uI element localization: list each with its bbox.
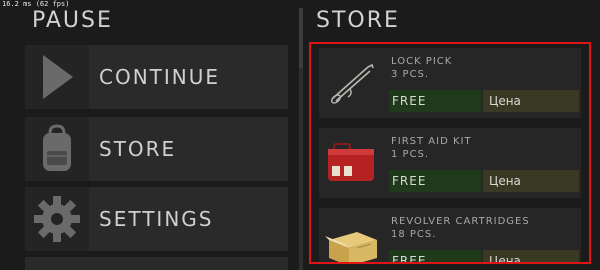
pause-scrollbar-thumb[interactable] <box>299 8 303 68</box>
settings-button[interactable]: SETTINGS <box>25 187 288 251</box>
store-items-highlight: LOCK PICK 3 PCS. FREE Цена FIRST AID KIT… <box>309 42 591 264</box>
menu-next-item-partial <box>25 257 288 270</box>
item-name: LOCK PICK <box>391 56 453 67</box>
store-item-first-aid-kit[interactable]: FIRST AID KIT 1 PCS. FREE Цена <box>319 128 581 198</box>
store-label: STORE <box>99 137 177 161</box>
store-title: STORE <box>316 8 400 33</box>
free-button[interactable]: FREE <box>389 170 481 192</box>
gear-icon <box>25 187 89 251</box>
pause-title: PAUSE <box>32 8 113 33</box>
store-item-revolver-cartridges[interactable]: REVOLVER CARTRIDGES 18 PCS. FREE Цена <box>319 208 581 262</box>
first-aid-kit-icon <box>321 130 383 196</box>
price-button[interactable]: Цена <box>483 90 579 112</box>
item-quantity: 1 PCS. <box>391 149 430 160</box>
fps-counter: 16.2 ms (62 fps) <box>2 0 70 8</box>
play-icon <box>25 45 89 109</box>
item-quantity: 18 PCS. <box>391 229 437 240</box>
free-button[interactable]: FREE <box>389 90 481 112</box>
ammo-box-icon <box>321 210 383 262</box>
price-button[interactable]: Цена <box>483 170 579 192</box>
item-quantity: 3 PCS. <box>391 69 430 80</box>
store-item-lock-pick[interactable]: LOCK PICK 3 PCS. FREE Цена <box>319 48 581 118</box>
settings-label: SETTINGS <box>99 207 214 231</box>
price-button[interactable]: Цена <box>483 250 579 262</box>
continue-button[interactable]: CONTINUE <box>25 45 288 109</box>
free-button[interactable]: FREE <box>389 250 481 262</box>
continue-label: CONTINUE <box>99 65 221 89</box>
item-name: REVOLVER CARTRIDGES <box>391 216 530 227</box>
store-button[interactable]: STORE <box>25 117 288 181</box>
lock-pick-icon <box>321 50 383 116</box>
backpack-icon <box>25 117 89 181</box>
item-name: FIRST AID KIT <box>391 136 472 147</box>
